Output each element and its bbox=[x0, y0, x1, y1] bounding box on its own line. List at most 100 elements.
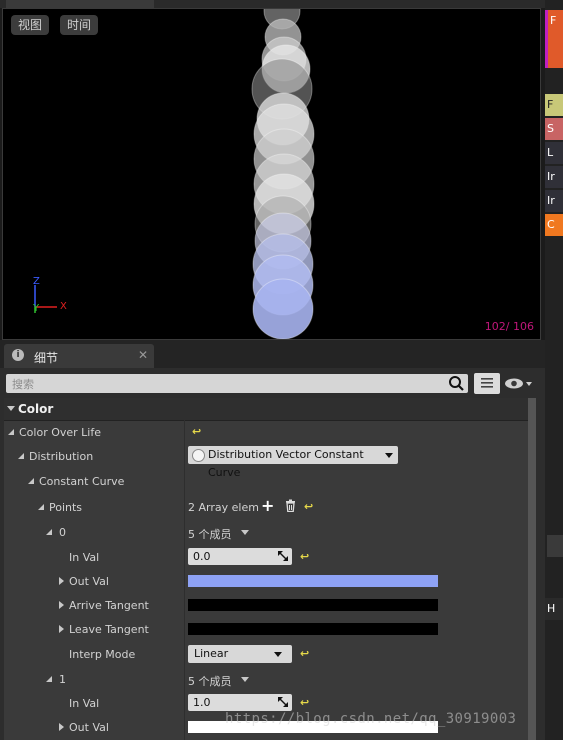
right-item-3-label: S bbox=[547, 122, 554, 135]
right-item-2[interactable]: F bbox=[545, 94, 563, 116]
expand-open-icon bbox=[18, 453, 24, 459]
label-out-val: Out Val bbox=[69, 575, 109, 588]
right-bottom-tab[interactable] bbox=[547, 535, 563, 557]
right-item-7-label: C bbox=[547, 218, 555, 231]
right-item-5[interactable]: Ir bbox=[545, 166, 563, 188]
search-input[interactable]: 搜索 bbox=[6, 374, 468, 393]
scrollbar[interactable] bbox=[528, 398, 536, 740]
label-arrive-tangent: Arrive Tangent bbox=[69, 599, 149, 612]
members-count: 5 个成员 bbox=[188, 675, 232, 688]
time-button[interactable]: 时间 bbox=[60, 15, 99, 35]
right-item-6[interactable]: Ir bbox=[545, 190, 563, 212]
property-grid: Color Color Over Life ↩ Distribution Dis… bbox=[4, 398, 528, 740]
expand-open-icon bbox=[38, 504, 44, 510]
in-val-0-input[interactable]: 0.0 bbox=[188, 548, 292, 565]
label-out-val: Out Val bbox=[69, 721, 109, 734]
row-points[interactable]: Points 2 Array elem + ↩ bbox=[4, 495, 528, 519]
chevron-down-icon[interactable] bbox=[241, 677, 249, 682]
right-item-7[interactable]: C bbox=[545, 214, 563, 236]
interp-mode-value: Linear bbox=[194, 647, 229, 660]
particle-preview bbox=[251, 9, 315, 339]
label-constant-curve: Constant Curve bbox=[39, 475, 125, 488]
reset-icon[interactable]: ↩ bbox=[192, 425, 201, 438]
in-val-1-input[interactable]: 1.0 bbox=[188, 694, 292, 711]
in-val-0-value: 0.0 bbox=[193, 550, 211, 563]
axis-y-label: Y bbox=[33, 303, 40, 314]
search-placeholder: 搜索 bbox=[12, 378, 34, 391]
label-point-0: 0 bbox=[59, 526, 66, 539]
leave-tangent-0-color-swatch[interactable] bbox=[188, 623, 438, 635]
trash-icon[interactable] bbox=[285, 499, 296, 512]
drag-arrows-icon[interactable] bbox=[278, 551, 288, 561]
property-matrix-button[interactable] bbox=[474, 373, 500, 394]
row-arrive-tangent-0[interactable]: Arrive Tangent bbox=[4, 593, 528, 617]
reset-icon[interactable]: ↩ bbox=[300, 550, 309, 563]
particle bbox=[252, 278, 314, 339]
search-icon[interactable] bbox=[448, 375, 464, 391]
row-color-over-life[interactable]: Color Over Life ↩ bbox=[4, 420, 528, 444]
right-bottom-item[interactable]: H bbox=[545, 598, 563, 620]
expand-open-icon bbox=[46, 676, 52, 682]
reset-icon[interactable]: ↩ bbox=[300, 696, 309, 709]
expand-open-icon bbox=[28, 478, 34, 484]
details-tab-label: 细节 bbox=[34, 351, 59, 365]
expand-closed-icon bbox=[59, 601, 64, 609]
viewport-tab[interactable] bbox=[6, 0, 154, 8]
row-point-1[interactable]: 1 5 个成员 bbox=[4, 667, 528, 691]
distribution-type-icon bbox=[192, 449, 205, 462]
details-tab-bar: i 细节 ✕ bbox=[0, 340, 545, 368]
chevron-down-icon bbox=[274, 652, 282, 657]
row-leave-tangent-0[interactable]: Leave Tangent bbox=[4, 617, 528, 641]
close-icon[interactable]: ✕ bbox=[138, 348, 148, 362]
preview-viewport[interactable]: 视图 时间 Z Y X 102/ 106 bbox=[2, 8, 541, 340]
watermark: https://blog.csdn.net/qq_30919003 bbox=[225, 711, 517, 727]
label-in-val: In Val bbox=[69, 697, 100, 710]
label-distribution: Distribution bbox=[29, 450, 94, 463]
expand-closed-icon bbox=[59, 625, 64, 633]
in-val-1-value: 1.0 bbox=[193, 696, 211, 709]
members-count: 5 个成员 bbox=[188, 528, 232, 541]
expand-closed-icon bbox=[59, 577, 64, 585]
view-button[interactable]: 视图 bbox=[11, 15, 50, 35]
row-out-val-0[interactable]: Out Val bbox=[4, 569, 528, 593]
right-bottom-label: H bbox=[547, 602, 556, 615]
axis-z-label: Z bbox=[33, 276, 40, 287]
tab-details[interactable]: i 细节 ✕ bbox=[4, 344, 154, 368]
right-item-5-label: Ir bbox=[547, 170, 555, 183]
right-item-1-label: F bbox=[550, 14, 557, 27]
row-in-val-0[interactable]: In Val 0.0 ↩ bbox=[4, 545, 528, 569]
interp-mode-dropdown[interactable]: Linear bbox=[188, 645, 292, 663]
chevron-down-icon[interactable] bbox=[241, 530, 249, 535]
section-color[interactable]: Color bbox=[4, 398, 528, 421]
right-item-3[interactable]: S bbox=[545, 118, 563, 140]
right-item-1[interactable]: F bbox=[545, 10, 563, 68]
right-side-panel: F F S L Ir Ir C H bbox=[545, 0, 563, 740]
distribution-dropdown[interactable]: Distribution Vector Constant Curve bbox=[188, 446, 398, 479]
expand-open-icon bbox=[8, 429, 14, 435]
row-distribution[interactable]: Distribution Distribution Vector Constan… bbox=[4, 444, 528, 479]
eye-icon[interactable] bbox=[504, 376, 534, 391]
label-in-val: In Val bbox=[69, 551, 100, 564]
right-item-4[interactable]: L bbox=[545, 142, 563, 164]
expand-closed-icon bbox=[59, 723, 64, 731]
label-points: Points bbox=[49, 501, 83, 514]
add-element-icon[interactable]: + bbox=[261, 496, 274, 515]
right-item-2-label: F bbox=[547, 98, 554, 111]
row-constant-curve[interactable]: Constant Curve bbox=[4, 469, 528, 493]
section-title: Color bbox=[18, 402, 54, 416]
chevron-down-icon bbox=[7, 406, 15, 411]
row-point-0[interactable]: 0 5 个成员 bbox=[4, 520, 528, 544]
row-interp-mode[interactable]: Interp Mode Linear ↩ bbox=[4, 642, 528, 666]
list-icon bbox=[481, 378, 493, 388]
points-count: 2 Array elem bbox=[188, 501, 259, 514]
out-val-0-color-swatch[interactable] bbox=[188, 575, 438, 587]
label-interp-mode: Interp Mode bbox=[69, 648, 136, 661]
reset-icon[interactable]: ↩ bbox=[304, 500, 313, 513]
drag-arrows-icon[interactable] bbox=[278, 697, 288, 707]
label-color-over-life: Color Over Life bbox=[19, 426, 101, 439]
info-icon: i bbox=[12, 349, 24, 361]
right-item-6-label: Ir bbox=[547, 194, 555, 207]
reset-icon[interactable]: ↩ bbox=[300, 647, 309, 660]
arrive-tangent-0-color-swatch[interactable] bbox=[188, 599, 438, 611]
chevron-down-icon bbox=[385, 453, 393, 458]
